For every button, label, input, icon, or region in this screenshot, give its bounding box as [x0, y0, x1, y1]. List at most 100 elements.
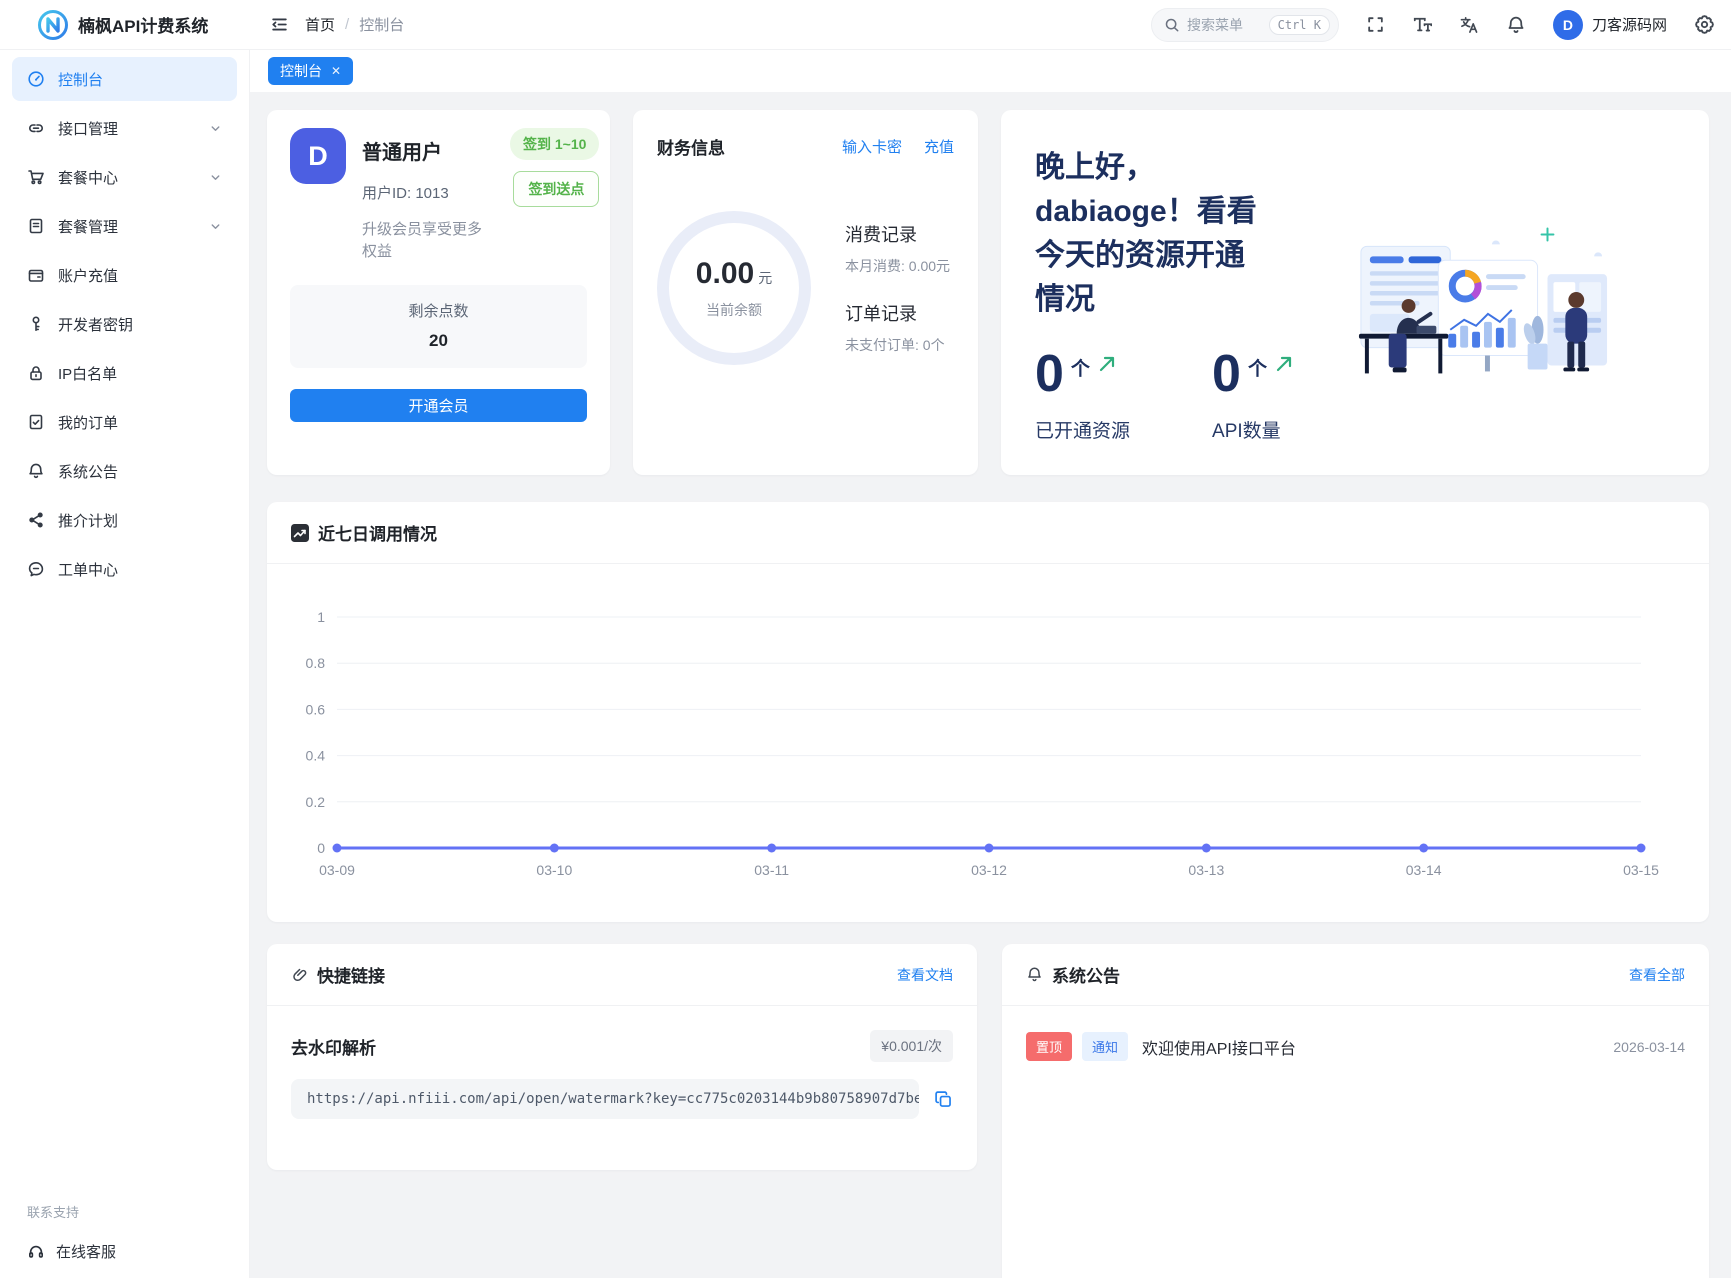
online-support-link[interactable]: 在线客服: [27, 1241, 116, 1262]
consume-title: 消费记录: [845, 225, 917, 245]
sidebar-item-ticket-center[interactable]: 工单中心: [12, 547, 237, 591]
stat-label: 已开通资源: [1035, 421, 1131, 442]
notification-bell-icon[interactable]: [1506, 15, 1526, 35]
quick-links-card: 快捷链接 查看文档 去水印解析 ¥0.001/次 https://api.nfi…: [267, 944, 977, 1170]
y-tick-label: 0: [317, 840, 325, 856]
pinned-badge: 置顶: [1026, 1032, 1073, 1061]
order-detail: 未支付订单: 0个: [845, 337, 945, 353]
chevron-down-icon[interactable]: [209, 220, 222, 233]
tab-bar: 控制台 ✕: [250, 50, 1731, 92]
stat-label: API数量: [1212, 421, 1281, 442]
y-tick-label: 0.6: [306, 701, 326, 717]
announcement-date: 2026-03-14: [1613, 1038, 1685, 1055]
sidebar-item-my-orders[interactable]: 我的订单: [12, 400, 237, 444]
chart-point: [549, 843, 559, 853]
tab-dashboard[interactable]: 控制台 ✕: [268, 57, 354, 85]
sidebar-item-developer-keys[interactable]: 开发者密钥: [12, 302, 237, 346]
y-tick-label: 0.2: [306, 794, 326, 810]
breadcrumb-area: 首页 / 控制台: [250, 14, 404, 35]
settings-gear-icon[interactable]: [1694, 14, 1715, 35]
search-shortcut: Ctrl K: [1268, 14, 1330, 35]
stat-value: 0: [1212, 345, 1241, 403]
user-card: D 普通用户 用户ID: 1013 升级会员享受更多权益 签到 1~10 签到送…: [267, 110, 610, 475]
x-tick-label: 03-14: [1406, 862, 1442, 878]
order-check-icon: [27, 413, 45, 431]
sidebar-item-label: 接口管理: [58, 120, 119, 138]
stat-unit: 个: [1247, 359, 1267, 380]
recharge-link[interactable]: 充值: [924, 136, 954, 157]
app-title: 楠枫API计费系统: [78, 17, 209, 36]
open-membership-button[interactable]: 开通会员: [290, 388, 587, 422]
sidebar-footer: 联系支持 在线客服: [27, 1202, 116, 1262]
sidebar-item-account-recharge[interactable]: 账户充值: [12, 253, 237, 297]
lock-icon: [27, 364, 45, 382]
chevron-down-icon[interactable]: [209, 122, 222, 135]
breadcrumb-home[interactable]: 首页: [305, 14, 335, 35]
bell-icon: [1026, 966, 1043, 983]
sidebar-item-api-management[interactable]: 接口管理: [12, 106, 237, 150]
chart-point: [1419, 843, 1429, 853]
api-name: 去水印解析: [291, 1038, 376, 1058]
support-section-label: 联系支持: [27, 1205, 80, 1220]
chart-point: [984, 843, 994, 853]
tab-close-icon[interactable]: ✕: [331, 64, 341, 78]
search-input[interactable]: [1186, 16, 1262, 33]
sidebar-item-label: 套餐管理: [58, 218, 119, 236]
key-icon: [27, 315, 45, 333]
order-record: 订单记录 未支付订单: 0个: [845, 300, 950, 355]
sidebar-item-announcements[interactable]: 系统公告: [12, 449, 237, 493]
greeting-message: 晚上好，dabiaoge！看看今天的资源开通情况: [1035, 151, 1257, 316]
upgrade-hint: 升级会员享受更多权益: [362, 221, 483, 260]
announcement-row[interactable]: 置顶 通知 欢迎使用API接口平台 2026-03-14: [1026, 1032, 1685, 1061]
sidebar-item-label: 我的订单: [58, 414, 119, 432]
sidebar-item-label: 套餐中心: [58, 169, 119, 187]
trend-up-arrow-icon: [1097, 354, 1117, 374]
search-icon: [1164, 17, 1180, 33]
sidebar-item-package-management[interactable]: 套餐管理: [12, 204, 237, 248]
chart-point: [767, 843, 777, 853]
user-avatar[interactable]: D: [1552, 9, 1583, 40]
user-menu[interactable]: D 刀客源码网: [1552, 9, 1667, 40]
translate-icon[interactable]: [1459, 15, 1479, 35]
menu-search[interactable]: Ctrl K: [1150, 7, 1339, 42]
stat-api-count: 0 个 API数量: [1212, 348, 1294, 443]
breadcrumb: 首页 / 控制台: [305, 14, 404, 35]
font-size-icon[interactable]: [1412, 15, 1432, 35]
sidebar-item-label: 控制台: [58, 71, 104, 89]
view-docs-link[interactable]: 查看文档: [897, 965, 953, 985]
view-all-link[interactable]: 查看全部: [1629, 965, 1685, 985]
chevron-down-icon[interactable]: [209, 171, 222, 184]
fullscreen-icon[interactable]: [1366, 15, 1385, 34]
x-tick-label: 03-11: [754, 862, 789, 878]
finance-title: 财务信息: [657, 139, 725, 158]
balance-ring: 0.00 元 当前余额: [657, 211, 811, 365]
sidebar-item-ip-whitelist[interactable]: IP白名单: [12, 351, 237, 395]
sign-in-badge: 签到 1~10: [510, 128, 600, 160]
x-tick-label: 03-13: [1188, 862, 1224, 878]
balance-label: 当前余额: [706, 301, 762, 318]
trend-up-arrow-icon: [1274, 354, 1294, 374]
announcement-title: 欢迎使用API接口平台: [1142, 1040, 1296, 1058]
chart-point: [1201, 843, 1211, 853]
breadcrumb-separator: /: [345, 16, 350, 33]
enter-card-key-link[interactable]: 输入卡密: [842, 136, 902, 157]
sign-in-button[interactable]: 签到送点: [513, 171, 600, 207]
share-icon: [27, 511, 45, 529]
calls-chart[interactable]: 0 0.2 0.4 0.6 0.8 1 03-09 03-10 03-11 03-12 03-13 0…: [267, 564, 1709, 902]
y-tick-label: 0.4: [306, 748, 326, 764]
x-tick-label: 03-09: [319, 862, 355, 878]
sidebar-item-referral-plan[interactable]: 推介计划: [12, 498, 237, 542]
x-tick-label: 03-10: [536, 862, 572, 878]
sidebar: 控制台 接口管理 套餐中心 套餐管理 账户充值 开发者密钥 IP白名单 我的订单…: [0, 50, 250, 1278]
wallet-icon: [27, 266, 45, 284]
y-tick-label: 0.8: [306, 655, 326, 671]
bell-icon: [27, 462, 45, 480]
sidebar-item-package-center[interactable]: 套餐中心: [12, 155, 237, 199]
sidebar-collapse-icon[interactable]: [270, 15, 289, 34]
copy-icon[interactable]: [934, 1090, 953, 1109]
link-icon: [291, 966, 308, 983]
document-list-icon: [27, 217, 45, 235]
sidebar-item-dashboard[interactable]: 控制台: [12, 57, 237, 101]
stat-value: 0: [1035, 345, 1064, 403]
api-url-field[interactable]: https://api.nfiii.com/api/open/watermark…: [291, 1079, 919, 1119]
